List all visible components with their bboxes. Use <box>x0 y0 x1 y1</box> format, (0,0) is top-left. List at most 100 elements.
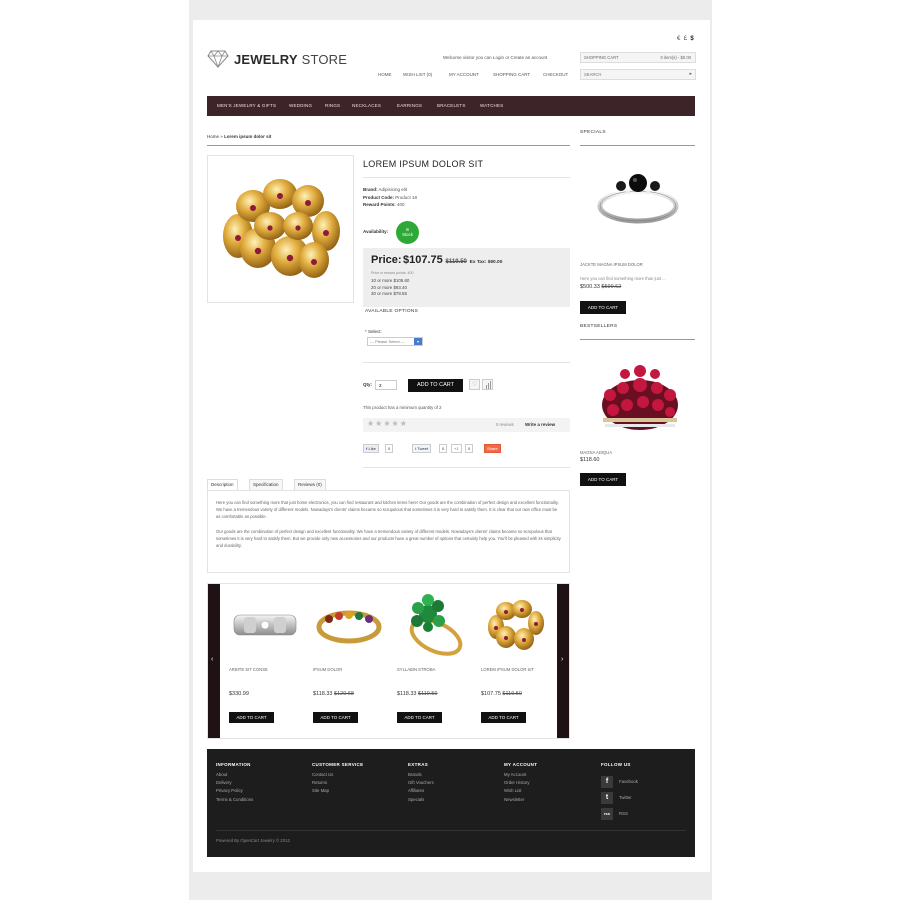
ruby-ring-image[interactable] <box>595 350 685 440</box>
top-link-checkout[interactable]: CHECKOUT <box>543 72 568 77</box>
footer-col-title: CUSTOMER SERVICE <box>312 762 364 767</box>
specials-title: SPECIALS <box>580 130 606 135</box>
related-add-to-cart-button[interactable]: ADD TO CART <box>229 712 274 723</box>
title-divider <box>363 177 570 178</box>
code-label: Product Code: <box>363 194 394 200</box>
related-add-to-cart-button[interactable]: ADD TO CART <box>313 712 358 723</box>
footer-link[interactable]: Newsletter <box>504 796 537 804</box>
nav-item-rings[interactable]: RINGS <box>325 103 340 108</box>
cart-box[interactable]: SHOPPING CART 0 item(s) - $0.00 <box>580 52 696 63</box>
main-nav: MEN'S JEWELRY & GIFTS WEDDING RINGS NECK… <box>207 96 695 116</box>
minimum-note: This product has a minimum quantity of 2 <box>363 405 442 410</box>
special-name[interactable]: JACKTE MAGNA IPSUM DOLOR <box>580 262 643 267</box>
share-button[interactable]: Share <box>484 444 501 453</box>
footer-link[interactable]: Brands <box>408 771 434 779</box>
footer-link[interactable]: My Account <box>504 771 537 779</box>
bestseller-name[interactable]: MAGNA ADIQUA <box>580 450 612 455</box>
breadcrumb-home[interactable]: Home <box>207 134 219 139</box>
cart-summary: 0 item(s) - $0.00 <box>660 55 692 60</box>
special-add-to-cart-button[interactable]: ADD TO CART <box>580 301 626 314</box>
options-heading: AVAILABLE OPTIONS <box>365 309 419 314</box>
facebook-like-button[interactable]: f Like <box>363 444 379 453</box>
tweet-count: 0 <box>439 444 448 453</box>
nav-item-bracelets[interactable]: BRACELETS <box>437 103 466 108</box>
footer-link[interactable]: Order History <box>504 779 537 787</box>
social-label: Facebook <box>619 779 638 784</box>
footer-col-title: INFORMATION <box>216 762 251 767</box>
footer-link[interactable]: Delivery <box>216 779 253 787</box>
options-divider <box>363 362 570 363</box>
related-add-to-cart-button[interactable]: ADD TO CART <box>397 712 442 723</box>
chevron-left-icon[interactable]: ‹ <box>211 656 213 663</box>
quantity-input[interactable] <box>375 380 397 390</box>
chevron-down-icon[interactable]: ▾ <box>414 338 422 345</box>
facebook-icon: f <box>601 776 613 788</box>
google-plus-button[interactable]: +1 <box>451 444 462 453</box>
nav-item-watches[interactable]: WATCHES <box>480 103 503 108</box>
search-input[interactable] <box>584 72 684 77</box>
reviews-count[interactable]: 0 reviews <box>496 422 514 427</box>
carousel-left[interactable]: ‹ <box>208 584 220 738</box>
related-item-price: $330.99 <box>229 691 249 697</box>
option-select-value: --- Please Select --- <box>370 339 405 344</box>
currency-pound[interactable]: £ <box>684 36 687 42</box>
footer-link[interactable]: Site Map <box>312 787 363 795</box>
footer-link[interactable]: Wish List <box>504 787 537 795</box>
write-review-link[interactable]: Write a review <box>525 422 555 427</box>
nav-item-necklaces[interactable]: NECKLACES <box>352 103 381 108</box>
currency-dollar[interactable]: $ <box>690 36 693 42</box>
footer-link[interactable]: Terms & Conditions <box>216 796 253 804</box>
footer-link[interactable]: Specials <box>408 796 434 804</box>
compare-icon[interactable] <box>482 379 493 390</box>
footer-link[interactable]: Returns <box>312 779 363 787</box>
currency-euro[interactable]: € <box>677 36 680 42</box>
product-image[interactable] <box>207 155 354 303</box>
bestseller-add-to-cart-button[interactable]: ADD TO CART <box>580 473 626 486</box>
related-item-name[interactable]: SYLLABIN STROBA <box>397 667 435 672</box>
brand-value[interactable]: Adipisicing elit <box>379 187 408 192</box>
tweet-button[interactable]: t Tweet <box>412 444 432 453</box>
tab-reviews[interactable]: Reviews (0) <box>294 479 326 490</box>
gold-bracelet-thumb-image[interactable] <box>482 595 548 655</box>
footer: INFORMATION About Delivery Privacy Polic… <box>207 749 695 857</box>
emerald-ring-image[interactable] <box>398 592 468 660</box>
footer-col-title: FOLLOW US <box>601 762 631 767</box>
nav-item-earrings[interactable]: EARRINGS <box>397 103 422 108</box>
special-price: $500.33 $599.62 <box>580 284 622 290</box>
footer-link[interactable]: Contact Us <box>312 771 363 779</box>
related-item-name[interactable]: IPSUM DOLOR <box>313 667 342 672</box>
related-item-name[interactable]: ARBITE SIT CONSE <box>229 667 268 672</box>
black-diamond-ring-image[interactable] <box>593 158 683 233</box>
footer-link[interactable]: About <box>216 771 253 779</box>
nav-item-mens[interactable]: MEN'S JEWELRY & GIFTS <box>217 103 276 108</box>
top-link-cart[interactable]: SHOPPING CART <box>493 72 530 77</box>
gold-gem-ring-image[interactable] <box>314 597 384 652</box>
reward-note: Price in reward points: 400 <box>371 271 414 275</box>
add-to-cart-button[interactable]: ADD TO CART <box>408 379 463 392</box>
related-add-to-cart-button[interactable]: ADD TO CART <box>481 712 526 723</box>
footer-link[interactable]: Affiliates <box>408 787 434 795</box>
powered-by: Powered By OpenCart Jewelry © 2012 <box>216 838 290 843</box>
option-select[interactable]: --- Please Select --- ▾ <box>367 337 423 346</box>
price-box: Price: $107.75 $119.50 Ex Tax: $90.00 Pr… <box>363 248 570 307</box>
wishlist-heart-icon[interactable]: ♡ <box>469 379 480 390</box>
chevron-right-icon[interactable]: › <box>561 656 563 663</box>
search-icon[interactable]: ▸ <box>689 71 692 77</box>
in-stock-badge: In Stock <box>396 221 419 244</box>
share-divider <box>363 467 570 468</box>
social-label: Twitter <box>619 795 632 800</box>
related-item-name[interactable]: LOREM IPSUM DOLOR SIT <box>481 667 534 672</box>
footer-link[interactable]: Privacy Policy <box>216 787 253 795</box>
footer-link[interactable]: Gift Vouchers <box>408 779 434 787</box>
cart-label: SHOPPING CART <box>584 55 619 60</box>
top-link-home[interactable]: HOME <box>378 72 392 77</box>
top-link-wishlist[interactable]: WISH LIST (0) <box>403 72 432 77</box>
breadcrumb-separator: » <box>220 134 223 139</box>
specials-divider <box>580 145 695 146</box>
bestsellers-divider <box>580 339 695 340</box>
silver-ring-image[interactable] <box>230 597 300 652</box>
search-box[interactable]: ▸ <box>580 69 696 80</box>
nav-item-wedding[interactable]: WEDDING <box>289 103 312 108</box>
tab-specification[interactable]: Specification <box>249 479 283 490</box>
top-link-account[interactable]: MY ACCOUNT <box>449 72 479 77</box>
